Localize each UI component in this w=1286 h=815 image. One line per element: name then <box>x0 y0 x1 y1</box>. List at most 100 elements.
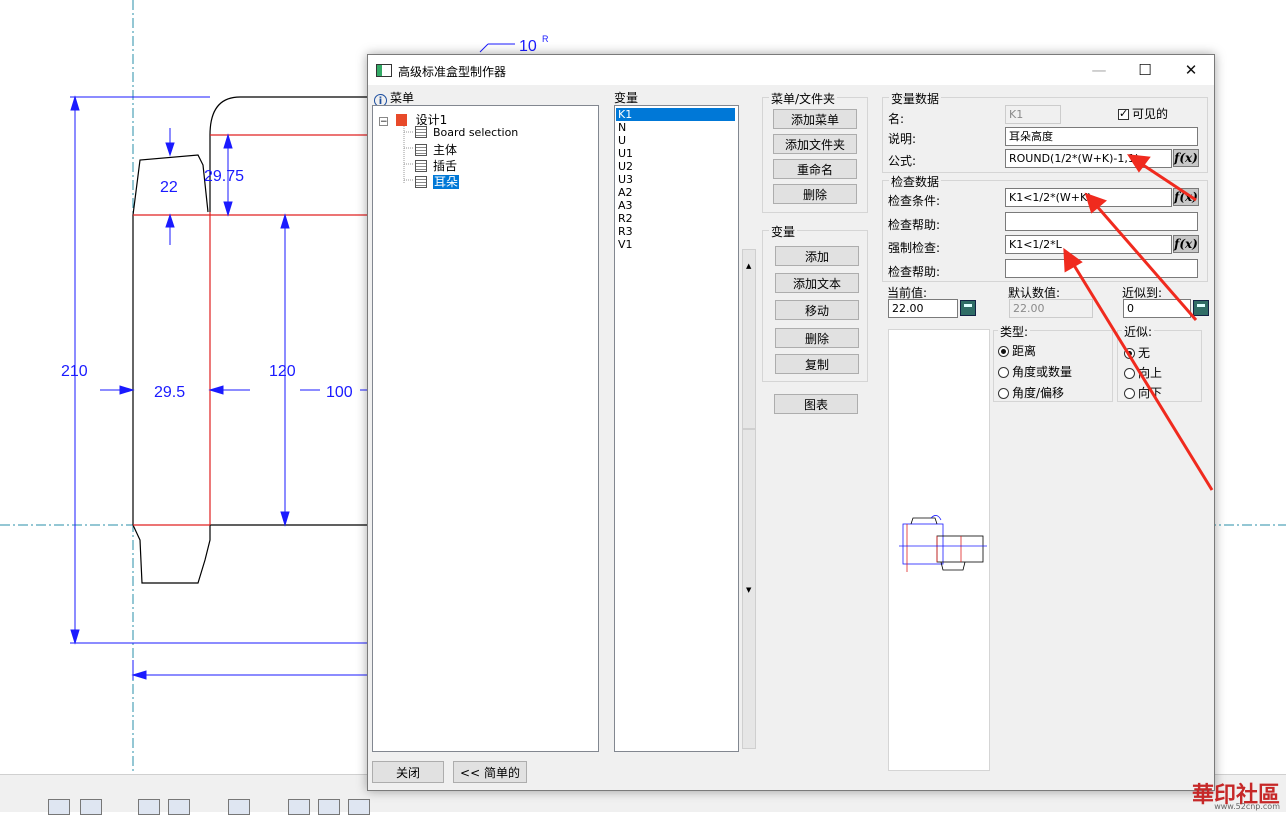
variable-item[interactable]: U3 <box>616 173 735 186</box>
dim-29-75: 29.75 <box>204 168 244 185</box>
calculator-icon[interactable] <box>1193 300 1209 316</box>
dim-100: 100 <box>326 384 353 401</box>
maximize-icon[interactable]: ☐ <box>1122 55 1168 85</box>
minimize-icon[interactable]: — <box>1076 55 1122 85</box>
approx-radio-down[interactable]: 向下 <box>1124 384 1162 401</box>
default-value-field[interactable]: 22.00 <box>1009 299 1093 318</box>
title-bar[interactable]: 高级标准盒型制作器 — ☐ ✕ <box>368 55 1214 85</box>
force-help-label: 检查帮助: <box>888 265 941 279</box>
checkbox-checked-icon[interactable] <box>1118 107 1129 120</box>
dim-10r: 10 <box>519 38 537 55</box>
chart-button[interactable]: 图表 <box>774 394 858 414</box>
close-icon[interactable]: ✕ <box>1168 55 1214 85</box>
type-group: 类型: 距离 角度或数量 角度/偏移 <box>993 323 1113 402</box>
toolbar-icon[interactable] <box>48 799 70 815</box>
check-condition-fx-button[interactable]: f(x) <box>1173 188 1199 206</box>
toolbar-icon[interactable] <box>288 799 310 815</box>
variable-item[interactable]: R2 <box>616 212 735 225</box>
force-check-field[interactable]: K1<1/2*L <box>1005 235 1172 254</box>
collapse-icon[interactable]: − <box>379 117 388 127</box>
approx-to-field[interactable]: 0 <box>1123 299 1191 318</box>
variable-item[interactable]: A3 <box>616 199 735 212</box>
radio-selected-icon[interactable] <box>998 346 1009 357</box>
force-check-fx-button[interactable]: f(x) <box>1173 235 1199 253</box>
design-icon <box>395 114 407 126</box>
radio-icon[interactable] <box>1124 368 1135 379</box>
description-label: 说明: <box>888 132 917 146</box>
radio-icon[interactable] <box>998 388 1009 399</box>
force-help-field[interactable] <box>1005 259 1198 278</box>
copy-variable-button[interactable]: 复制 <box>775 354 859 374</box>
add-variable-button[interactable]: 添加 <box>775 246 859 266</box>
check-help-label: 检查帮助: <box>888 218 941 232</box>
dim-210: 210 <box>61 363 88 380</box>
arrow-up-icon[interactable]: ▲ <box>746 262 751 270</box>
advanced-box-maker-dialog: 高级标准盒型制作器 — ☐ ✕ i 菜单 − 设计1 Board selectio… <box>367 54 1215 791</box>
toolbar-icon[interactable] <box>348 799 370 815</box>
variable-group: 变量 添加 添加文本 移动 删除 复制 <box>762 223 868 382</box>
tree-item-board-selection[interactable]: Board selection <box>415 125 518 139</box>
radio-icon[interactable] <box>1124 388 1135 399</box>
name-label: 名: <box>888 112 905 126</box>
radio-icon[interactable] <box>998 367 1009 378</box>
check-data-title: 检查数据 <box>889 173 942 190</box>
formula-fx-button[interactable]: f(x) <box>1173 149 1199 167</box>
toolbar-icon[interactable] <box>228 799 250 815</box>
current-value-field[interactable]: 22.00 <box>888 299 958 318</box>
variable-item[interactable]: V1 <box>616 238 735 251</box>
arrow-down-icon[interactable]: ▼ <box>746 586 751 594</box>
move-button[interactable]: 移动 <box>775 300 859 320</box>
variable-item[interactable]: U2 <box>616 160 735 173</box>
document-icon <box>415 160 427 172</box>
tree-item-tuck-flap[interactable]: 插舌 <box>415 157 457 174</box>
variable-group-title: 变量 <box>769 223 798 240</box>
variable-item[interactable]: R3 <box>616 225 735 238</box>
check-condition-field[interactable]: K1<1/2*(W+K) <box>1005 188 1172 207</box>
close-button[interactable]: 关闭 <box>372 761 444 783</box>
formula-label: 公式: <box>888 154 917 168</box>
menu-tree-panel[interactable]: − 设计1 Board selection 主体 插舌 耳朵 <box>372 105 599 752</box>
visible-checkbox[interactable]: 可见的 <box>1118 105 1168 122</box>
toolbar-icon[interactable] <box>168 799 190 815</box>
add-text-button[interactable]: 添加文本 <box>775 273 859 293</box>
dialog-title: 高级标准盒型制作器 <box>398 65 507 79</box>
variable-data-title: 变量数据 <box>889 90 942 107</box>
radio-selected-icon[interactable] <box>1124 348 1135 359</box>
dim-10r-superscript: R <box>542 34 549 44</box>
toolbar-icon[interactable] <box>138 799 160 815</box>
variable-item[interactable]: A2 <box>616 186 735 199</box>
description-field[interactable]: 耳朵高度 <box>1005 127 1198 146</box>
tree-item-ear[interactable]: 耳朵 <box>415 173 460 190</box>
toolbar-icon[interactable] <box>318 799 340 815</box>
type-radio-distance[interactable]: 距离 <box>998 342 1036 359</box>
type-radio-angle-or-quantity[interactable]: 角度或数量 <box>998 363 1072 380</box>
approx-radio-none[interactable]: 无 <box>1124 344 1150 361</box>
name-field[interactable]: K1 <box>1005 105 1061 124</box>
variable-item[interactable]: K1 <box>616 108 735 121</box>
simple-mode-button[interactable]: << 简单的 <box>453 761 527 783</box>
calculator-icon[interactable] <box>960 300 976 316</box>
check-help-field[interactable] <box>1005 212 1198 231</box>
dim-22: 22 <box>160 179 178 196</box>
formula-field[interactable]: ROUND(1/2*(W+K)-1,1) <box>1005 149 1172 168</box>
tree-item-body[interactable]: 主体 <box>415 141 457 158</box>
add-folder-button[interactable]: 添加文件夹 <box>773 134 857 154</box>
variable-item[interactable]: U <box>616 134 735 147</box>
site-watermark: 華印社區 www.52cnp.com <box>1191 782 1280 811</box>
document-icon <box>415 144 427 156</box>
toolbar-icon[interactable] <box>80 799 102 815</box>
type-radio-angle-offset[interactable]: 角度/偏移 <box>998 384 1064 401</box>
delete-menu-button[interactable]: 删除 <box>773 184 857 204</box>
menu-folder-group: 菜单/文件夹 添加菜单 添加文件夹 重命名 删除 <box>762 90 868 213</box>
approx-radio-up[interactable]: 向上 <box>1124 364 1162 381</box>
add-menu-button[interactable]: 添加菜单 <box>773 109 857 129</box>
document-icon <box>415 126 427 138</box>
rename-button[interactable]: 重命名 <box>773 159 857 179</box>
variable-item[interactable]: N <box>616 121 735 134</box>
move-scrollbar[interactable]: ▲ ▼ <box>742 249 756 749</box>
variable-item[interactable]: U1 <box>616 147 735 160</box>
variables-list[interactable]: K1 N U U1 U2 U3 A2 A3 R2 R3 V1 <box>614 105 739 752</box>
preview-panel <box>888 329 990 771</box>
delete-variable-button[interactable]: 删除 <box>775 328 859 348</box>
type-group-title: 类型: <box>998 323 1031 340</box>
